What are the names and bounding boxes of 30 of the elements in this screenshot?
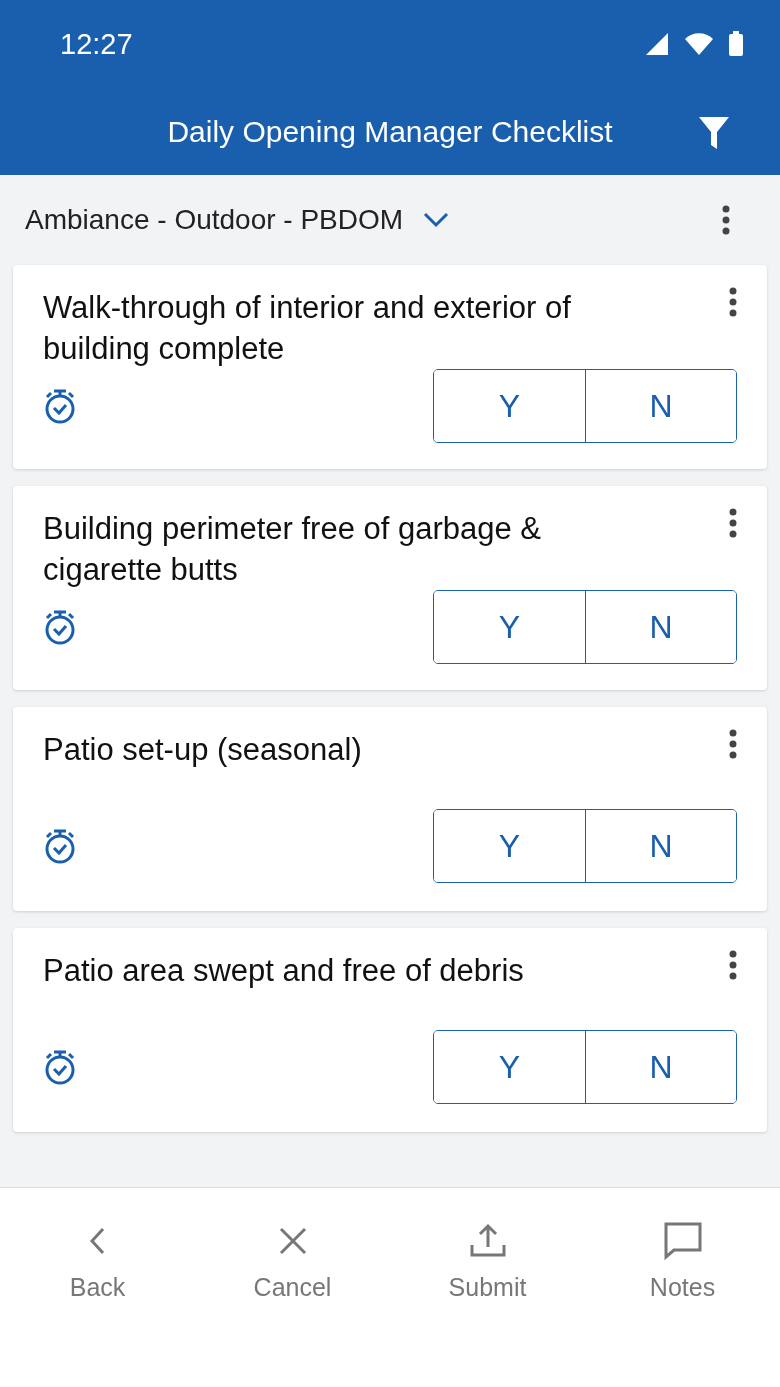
app-title: Daily Opening Manager Checklist (167, 114, 613, 149)
stopwatch-icon[interactable] (43, 609, 77, 645)
nav-button[interactable]: Notes (612, 1218, 753, 1387)
chevron-left-icon (89, 1227, 106, 1255)
more-icon[interactable] (729, 729, 737, 759)
nav-button[interactable]: Cancel (222, 1218, 363, 1387)
status-time: 12:27 (60, 27, 133, 61)
checklist-item-text: Patio area swept and free of debris (43, 952, 524, 990)
more-icon[interactable] (729, 508, 737, 538)
more-icon[interactable] (722, 205, 730, 235)
filter-icon[interactable] (698, 116, 730, 150)
stopwatch-icon[interactable] (43, 828, 77, 864)
checklist-item-text: Building perimeter free of garbage & cigarette butts (43, 510, 542, 589)
signal-icon (644, 31, 670, 57)
checklist-item-text: Walk-through of interior and exterior of building complete (43, 289, 572, 368)
answer-button[interactable]: N (585, 370, 736, 442)
battery-icon (728, 31, 744, 57)
answer-button[interactable]: N (585, 810, 736, 882)
nav-button[interactable]: Submit (417, 1218, 558, 1387)
answer-button[interactable]: N (585, 1031, 736, 1103)
nav-button[interactable]: Back (27, 1218, 168, 1387)
stopwatch-icon[interactable] (43, 1049, 77, 1085)
stopwatch-icon[interactable] (43, 388, 77, 424)
chevron-down-icon[interactable] (423, 212, 450, 228)
answer-button[interactable]: N (585, 591, 736, 663)
wifi-icon (684, 32, 714, 56)
checklist-item-text: Patio set-up (seasonal) (43, 731, 362, 769)
more-icon[interactable] (729, 950, 737, 980)
section-title[interactable]: Ambiance - Outdoor - PBDOM (25, 204, 404, 236)
more-icon[interactable] (729, 287, 737, 317)
